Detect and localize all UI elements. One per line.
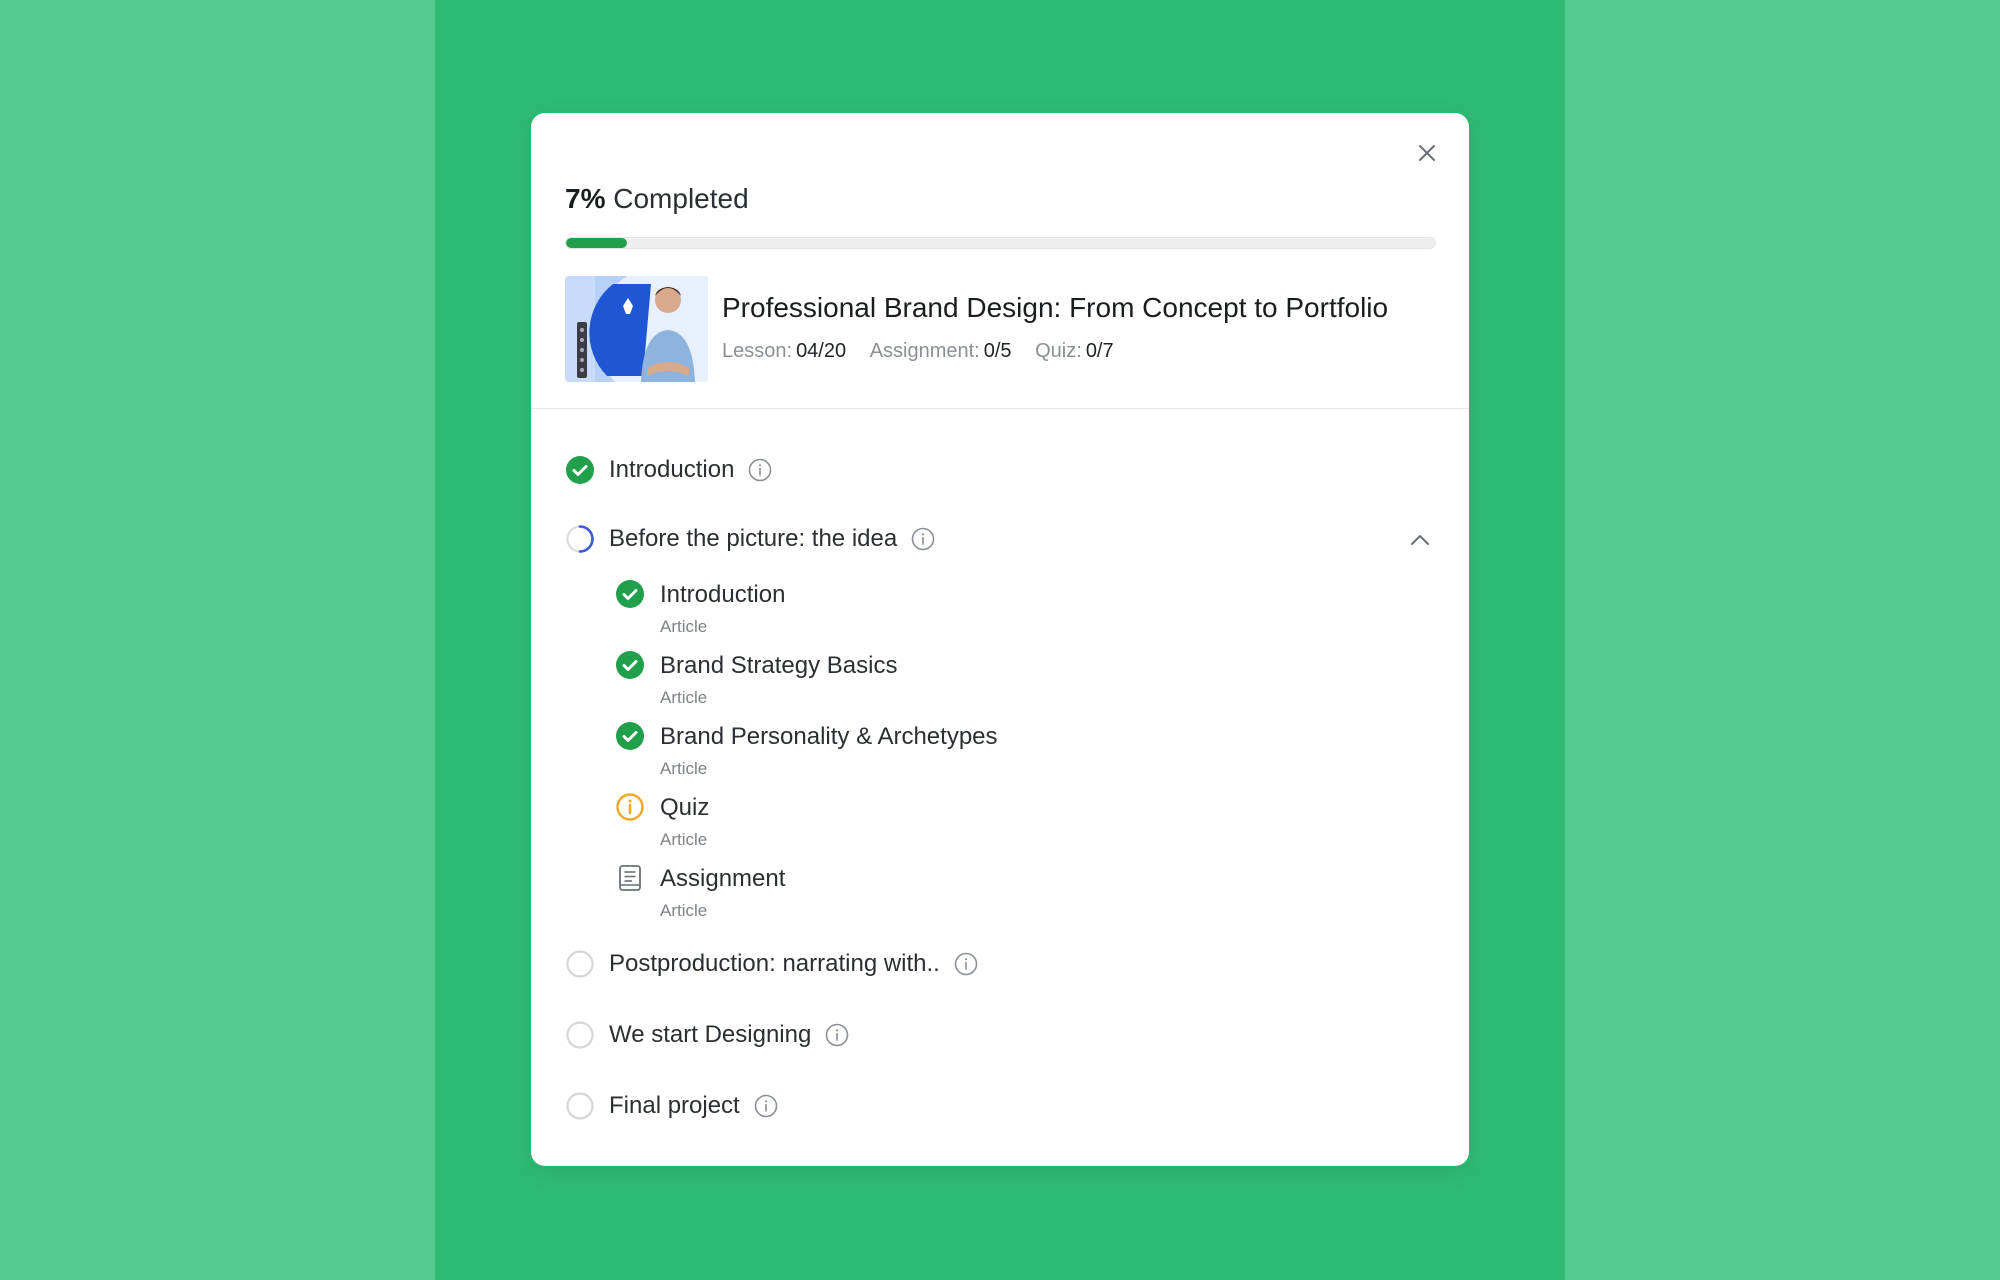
topic-final-project[interactable]: Final project bbox=[565, 1086, 1435, 1126]
topic-label: Final project bbox=[609, 1092, 740, 1119]
lesson-quiz[interactable]: Quiz Article bbox=[615, 792, 1415, 854]
progress-bar-fill bbox=[566, 238, 627, 248]
lesson-brand-personality[interactable]: Brand Personality & Archetypes Article bbox=[615, 721, 1415, 783]
topic-introduction[interactable]: Introduction bbox=[565, 450, 1435, 490]
info-icon[interactable] bbox=[954, 952, 978, 976]
document-icon bbox=[615, 863, 645, 893]
course-progress-modal: 7% Completed Professional Brand Design: … bbox=[531, 113, 1469, 1166]
lesson-count: Lesson: 04/20 bbox=[722, 340, 847, 362]
completed-check-icon bbox=[565, 455, 595, 485]
progress-title: 7% Completed bbox=[565, 183, 749, 215]
lesson-type: Article bbox=[660, 617, 708, 636]
lesson-label: Assignment bbox=[660, 865, 786, 892]
lesson-brand-strategy-basics[interactable]: Brand Strategy Basics Article bbox=[615, 650, 1415, 712]
topic-postproduction[interactable]: Postproduction: narrating with.. bbox=[565, 944, 1435, 984]
not-started-circle-icon bbox=[565, 1091, 595, 1121]
info-icon[interactable] bbox=[748, 458, 772, 482]
course-title: Professional Brand Design: From Concept … bbox=[722, 292, 1389, 323]
info-icon[interactable] bbox=[911, 527, 935, 551]
topic-before-the-picture[interactable]: Before the picture: the idea bbox=[565, 519, 1435, 559]
assignment-count: Assignment: 0/5 bbox=[869, 340, 1012, 362]
lesson-type: Article bbox=[660, 901, 708, 920]
progress-label: Completed bbox=[613, 183, 749, 214]
lesson-label: Introduction bbox=[660, 581, 786, 608]
completed-check-icon bbox=[615, 721, 645, 751]
topic-label: We start Designing bbox=[609, 1021, 812, 1048]
lesson-assignment[interactable]: Assignment Article bbox=[615, 863, 1415, 925]
info-icon[interactable] bbox=[825, 1023, 849, 1047]
lesson-label: Quiz bbox=[660, 794, 710, 821]
close-button[interactable] bbox=[1409, 135, 1445, 171]
lesson-label: Brand Personality & Archetypes bbox=[660, 723, 998, 750]
course-header: Professional Brand Design: From Concept … bbox=[565, 276, 1436, 382]
not-started-circle-icon bbox=[565, 949, 595, 979]
lesson-introduction[interactable]: Introduction Article bbox=[615, 579, 1415, 641]
close-icon bbox=[1419, 145, 1435, 161]
topic-label: Introduction bbox=[609, 456, 735, 483]
progress-percent: 7% bbox=[565, 183, 606, 214]
completed-check-icon bbox=[615, 650, 645, 680]
not-started-circle-icon bbox=[565, 1020, 595, 1050]
course-thumbnail bbox=[565, 276, 708, 382]
lesson-label: Brand Strategy Basics bbox=[660, 652, 898, 679]
lesson-type: Article bbox=[660, 830, 708, 849]
topic-label: Before the picture: the idea bbox=[609, 525, 898, 552]
in-progress-icon bbox=[565, 524, 595, 554]
lesson-type: Article bbox=[660, 688, 708, 707]
header-divider bbox=[531, 408, 1469, 409]
chevron-up-icon[interactable] bbox=[1405, 525, 1435, 555]
warning-info-icon bbox=[615, 792, 645, 822]
info-icon[interactable] bbox=[754, 1094, 778, 1118]
topic-label: Postproduction: narrating with.. bbox=[609, 950, 940, 977]
completed-check-icon bbox=[615, 579, 645, 609]
quiz-count: Quiz: 0/7 bbox=[1035, 340, 1114, 362]
lesson-type: Article bbox=[660, 759, 708, 778]
topic-we-start-designing[interactable]: We start Designing bbox=[565, 1015, 1435, 1055]
progress-bar bbox=[565, 237, 1436, 249]
course-meta: Lesson: 04/20 Assignment: 0/5 Quiz: 0/7 bbox=[722, 340, 1132, 363]
